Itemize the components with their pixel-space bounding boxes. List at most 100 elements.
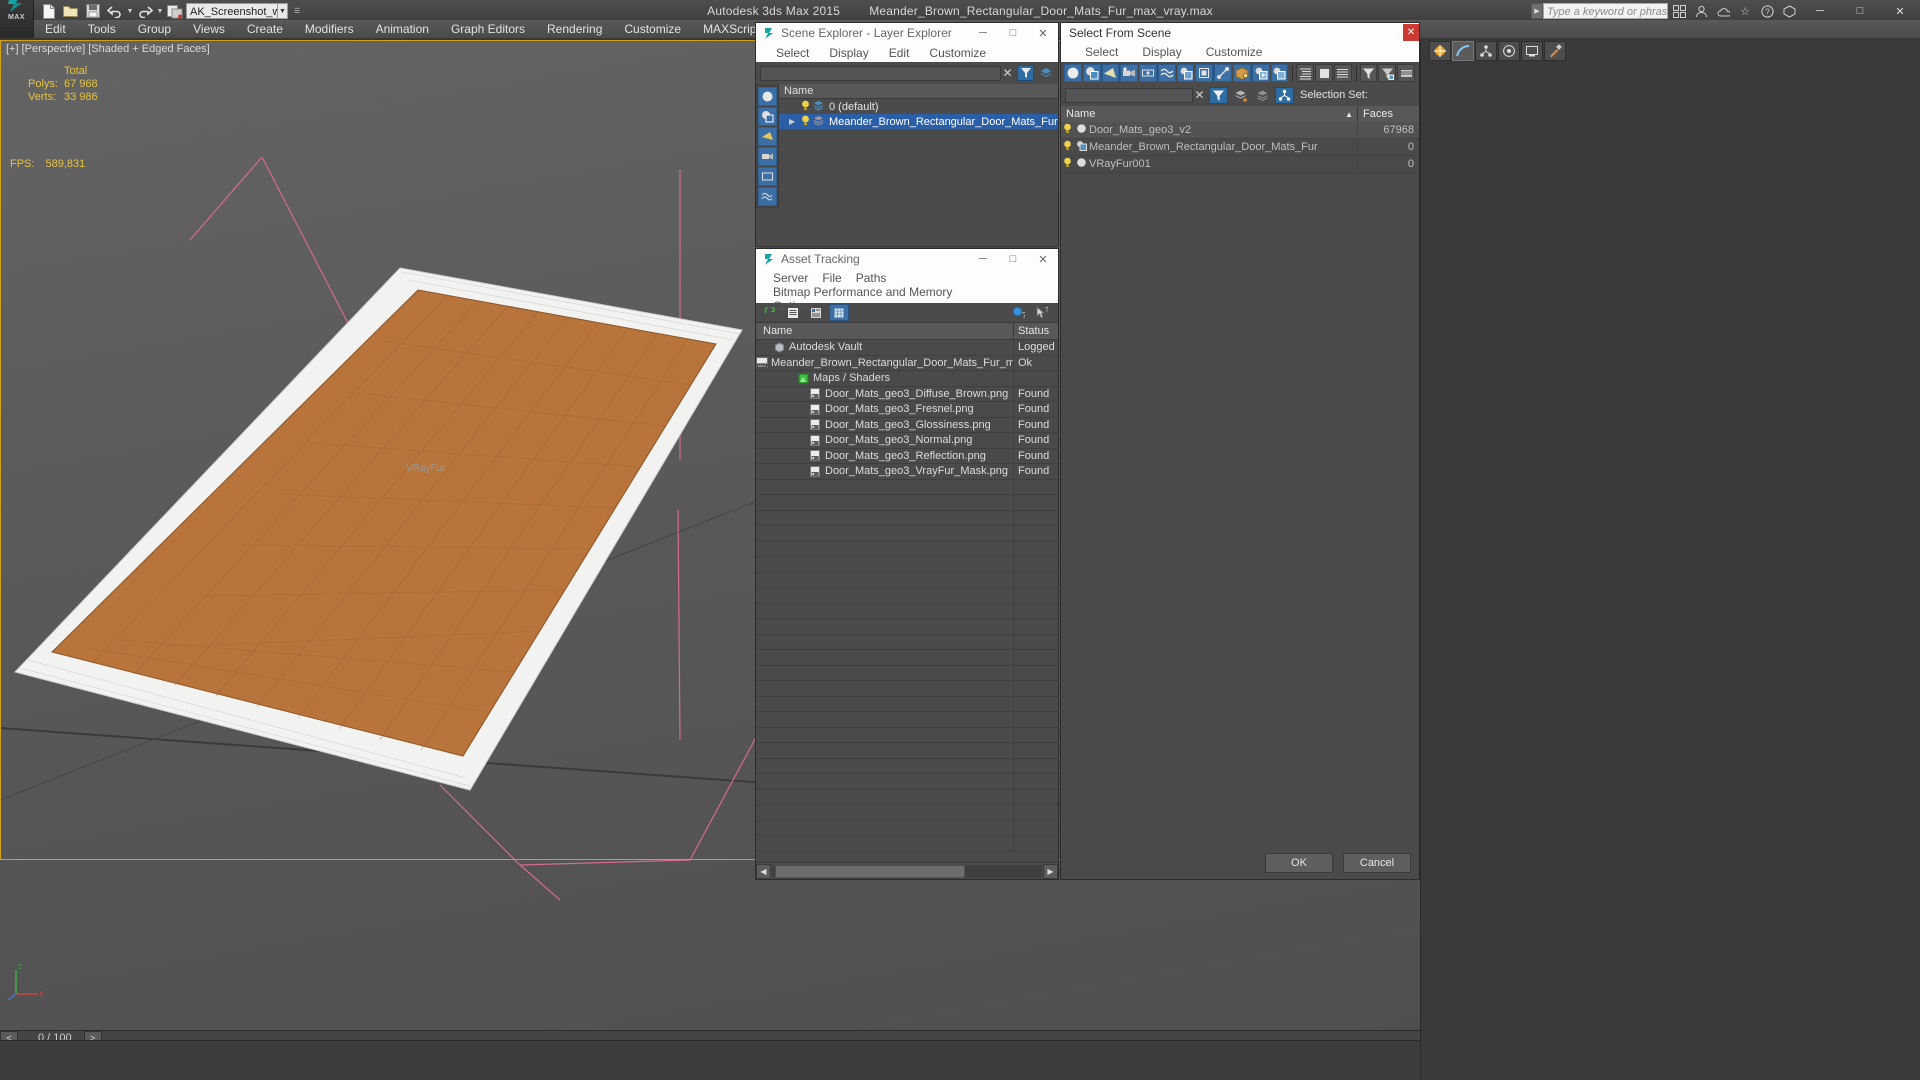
lightbulb-icon[interactable]: [1061, 123, 1074, 137]
tab-modify[interactable]: [1452, 41, 1474, 61]
at-menu-file[interactable]: File: [815, 271, 848, 285]
menu-modifiers[interactable]: Modifiers: [294, 20, 365, 38]
display-shapes-icon[interactable]: [1082, 64, 1101, 82]
redo-dropdown-icon[interactable]: ▼: [156, 1, 164, 21]
display-lights-icon[interactable]: [757, 127, 777, 146]
se-menu-edit[interactable]: Edit: [879, 46, 920, 60]
redo-icon[interactable]: [134, 1, 156, 21]
close-button[interactable]: ✕: [1880, 0, 1920, 22]
sfs-column-name[interactable]: Name: [1061, 108, 1345, 120]
asset-row-fresnel[interactable]: Door_Mats_geo3_Fresnel.png Found: [756, 402, 1058, 418]
menu-create[interactable]: Create: [236, 20, 294, 38]
expander-icon[interactable]: ▶: [789, 117, 799, 126]
sfs-row-meander-fur[interactable]: Meander_Brown_Rectangular_Door_Mats_Fur …: [1061, 139, 1419, 156]
display-helpers-icon[interactable]: [1139, 64, 1157, 82]
star-icon[interactable]: ☆: [1735, 2, 1755, 20]
display-xrefs-icon[interactable]: [1195, 64, 1214, 82]
new-file-icon[interactable]: [38, 1, 60, 21]
scene-explorer-search-input[interactable]: [760, 65, 1001, 81]
asset-tracking-close[interactable]: ✕: [1028, 249, 1058, 269]
project-folder-icon[interactable]: [164, 1, 186, 21]
scene-explorer-titlebar[interactable]: Scene Explorer - Layer Explorer ─ □ ✕: [756, 23, 1058, 43]
menu-animation[interactable]: Animation: [365, 20, 440, 38]
workspace-selector[interactable]: AK_Screenshot_wrksp: [186, 3, 278, 19]
asset-row-vrayfur-mask[interactable]: Door_Mats_geo3_VrayFur_Mask.png Found: [756, 464, 1058, 480]
display-geometry-icon[interactable]: [757, 87, 777, 106]
lightbulb-icon[interactable]: [1061, 140, 1074, 154]
scene-explorer-maximize[interactable]: □: [998, 23, 1028, 43]
se-menu-display[interactable]: Display: [819, 46, 878, 60]
cancel-button[interactable]: Cancel: [1343, 853, 1411, 873]
sfs-search-input[interactable]: [1065, 87, 1193, 103]
sfs-menu-customize[interactable]: Customize: [1194, 45, 1275, 59]
asset-tracking-rows[interactable]: Autodesk Vault Logged MAX Meander_Brown_…: [756, 340, 1058, 862]
at-menu-paths[interactable]: Paths: [849, 271, 894, 285]
at-menu-server[interactable]: Server: [766, 271, 815, 285]
ok-button[interactable]: OK: [1265, 853, 1333, 873]
asset-row-maxfile[interactable]: MAX Meander_Brown_Rectangular_Door_Mats_…: [756, 355, 1058, 371]
select-from-scene-titlebar[interactable]: Select From Scene ✕: [1061, 23, 1419, 42]
cube-icon[interactable]: [1779, 2, 1799, 20]
layers-filter-icon[interactable]: [1231, 86, 1250, 104]
search-dropdown-icon[interactable]: ▶: [1531, 3, 1543, 19]
grid-icon[interactable]: [1669, 2, 1689, 20]
undo-dropdown-icon[interactable]: ▼: [126, 1, 134, 21]
layers-icon[interactable]: [1037, 65, 1054, 81]
open-file-icon[interactable]: [60, 1, 82, 21]
save-file-icon[interactable]: [82, 1, 104, 21]
search-input[interactable]: Type a keyword or phrase: [1543, 3, 1668, 19]
sfs-row-vrayfur001[interactable]: VRayFur001 0: [1061, 156, 1419, 173]
display-hidden-icon[interactable]: [1270, 64, 1289, 82]
filter-funnel-icon[interactable]: [1017, 65, 1034, 81]
sort-ascending-icon[interactable]: ▲: [1345, 110, 1357, 119]
help-globe-icon[interactable]: ?: [1008, 304, 1028, 321]
clear-filter-icon[interactable]: ✕: [1001, 66, 1014, 80]
display-groups-icon[interactable]: [1176, 64, 1195, 82]
details-view-icon[interactable]: [806, 304, 826, 321]
sfs-row-door-mats-geo3-v2[interactable]: Door_Mats_geo3_v2 67968: [1061, 122, 1419, 139]
asset-tracking-maximize[interactable]: □: [998, 249, 1028, 269]
menu-group[interactable]: Group: [127, 20, 182, 38]
scene-explorer-column-name[interactable]: Name: [779, 84, 1058, 99]
display-spacewarps-icon[interactable]: [757, 187, 777, 206]
display-cameras-icon[interactable]: [757, 147, 777, 166]
workspace-dropdown-icon[interactable]: ▼: [278, 3, 288, 19]
signin-icon[interactable]: [1691, 2, 1711, 20]
display-spacewarps-icon[interactable]: [1157, 64, 1176, 82]
sfs-menu-display[interactable]: Display: [1130, 45, 1193, 59]
lightbulb-icon[interactable]: [1061, 157, 1074, 171]
scene-explorer-minimize[interactable]: ─: [968, 23, 998, 43]
display-bones-icon[interactable]: [1214, 64, 1233, 82]
tab-hierarchy[interactable]: [1475, 41, 1497, 61]
context-help-icon[interactable]: ?: [1031, 304, 1051, 321]
list-view-icon[interactable]: [783, 304, 803, 321]
asset-column-status[interactable]: Status: [1014, 325, 1058, 337]
asset-row-vault[interactable]: Autodesk Vault Logged: [756, 340, 1058, 356]
asset-row-diffuse[interactable]: Door_Mats_geo3_Diffuse_Brown.png Found: [756, 386, 1058, 402]
help-icon[interactable]: ?: [1757, 2, 1777, 20]
at-menu-bitmap-performance[interactable]: Bitmap Performance and Memory: [766, 285, 959, 299]
menu-tools[interactable]: Tools: [77, 20, 127, 38]
menu-graph-editors[interactable]: Graph Editors: [440, 20, 536, 38]
tab-utilities[interactable]: [1544, 41, 1566, 61]
se-menu-customize[interactable]: Customize: [919, 46, 996, 60]
filter-funnel-icon[interactable]: [1359, 64, 1378, 82]
qa-overflow-icon[interactable]: ☰: [288, 1, 306, 21]
display-containers-icon[interactable]: [1233, 64, 1251, 82]
list-layout-icon[interactable]: [1333, 64, 1352, 82]
scroll-track[interactable]: [772, 864, 1042, 878]
select-from-scene-close[interactable]: ✕: [1403, 24, 1419, 41]
autodesk-360-icon[interactable]: [1713, 2, 1733, 20]
display-helpers-icon[interactable]: [757, 167, 777, 186]
menu-edit[interactable]: Edit: [34, 20, 77, 38]
lightbulb-icon[interactable]: [799, 100, 811, 114]
sfs-column-faces[interactable]: Faces: [1357, 106, 1419, 122]
menu-views[interactable]: Views: [182, 20, 236, 38]
asset-tracking-window[interactable]: Asset Tracking ─ □ ✕ Server File Paths B…: [755, 248, 1059, 880]
sfs-menu-select[interactable]: Select: [1073, 45, 1130, 59]
expand-all-icon[interactable]: [1296, 64, 1315, 82]
asset-row-reflection[interactable]: Door_Mats_geo3_Reflection.png Found: [756, 448, 1058, 464]
display-shapes-icon[interactable]: [757, 107, 777, 126]
selection-set-icon[interactable]: [1275, 86, 1294, 104]
app-logo-button[interactable]: MAX: [0, 0, 34, 31]
